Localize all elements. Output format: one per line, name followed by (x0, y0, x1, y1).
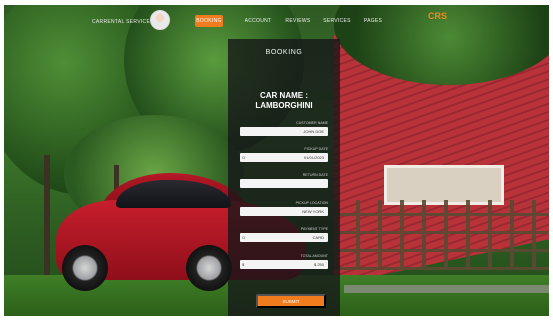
pickup-date-value: 01/01/2023 (303, 155, 324, 160)
fence (334, 200, 549, 270)
page-frame: CARRENTAL SERVICE BOOKING ACCOUNT REVIEW… (4, 5, 549, 316)
site-logo[interactable]: CRS (428, 11, 447, 21)
car-name-value: LAMBORGHINI (255, 101, 313, 110)
customer-name-input[interactable]: JOHN DOE (240, 127, 328, 136)
nav-booking[interactable]: BOOKING (195, 15, 223, 27)
payment-type-select[interactable]: O CARD (240, 233, 328, 242)
pickup-location-label: PICKUP LOCATION (295, 201, 328, 205)
car-wheel (186, 245, 232, 291)
payment-type-value: CARD (312, 235, 324, 240)
brand-name[interactable]: CARRENTAL SERVICE (92, 19, 150, 25)
barn-window (384, 165, 504, 205)
total-amount-input[interactable]: $ $ 250 (240, 260, 328, 269)
return-date-label: RETURN DATE (302, 173, 328, 177)
car-name-heading: CAR NAME : LAMBORGHINI (228, 91, 340, 111)
car-name-label: CAR NAME : (260, 91, 308, 100)
user-avatar[interactable] (150, 10, 170, 30)
nav-reviews[interactable]: REVIEWS (284, 15, 312, 27)
total-amount-value: $ 250 (313, 262, 324, 267)
submit-button[interactable]: SUBMIT (256, 294, 326, 308)
pickup-location-input[interactable]: NEW YORK (240, 207, 328, 216)
nav-account[interactable]: ACCOUNT (244, 15, 272, 27)
tree-trunk (44, 155, 50, 275)
total-amount-label: TOTAL AMOUNT (300, 254, 329, 258)
top-nav: CARRENTAL SERVICE BOOKING ACCOUNT REVIEW… (4, 5, 549, 37)
pickup-location-value: NEW YORK (302, 209, 324, 214)
sidewalk (344, 285, 549, 293)
customer-name-label: CUSTOMER NAME (296, 121, 328, 125)
booking-title: BOOKING (265, 49, 303, 56)
car-wheel (62, 245, 108, 291)
nav-pages[interactable]: PAGES (360, 15, 386, 27)
booking-panel: BOOKING CAR NAME : LAMBORGHINI CUSTOMER … (228, 39, 340, 316)
customer-name-value: JOHN DOE (303, 129, 324, 134)
payment-type-label: PAYMENT TYPE (300, 227, 328, 231)
return-date-input[interactable] (240, 179, 328, 188)
nav-services[interactable]: SERVICES (322, 15, 352, 27)
pickup-date-input[interactable]: O 01/01/2023 (240, 153, 328, 162)
pickup-date-label: PICKUP DATE (304, 147, 328, 151)
